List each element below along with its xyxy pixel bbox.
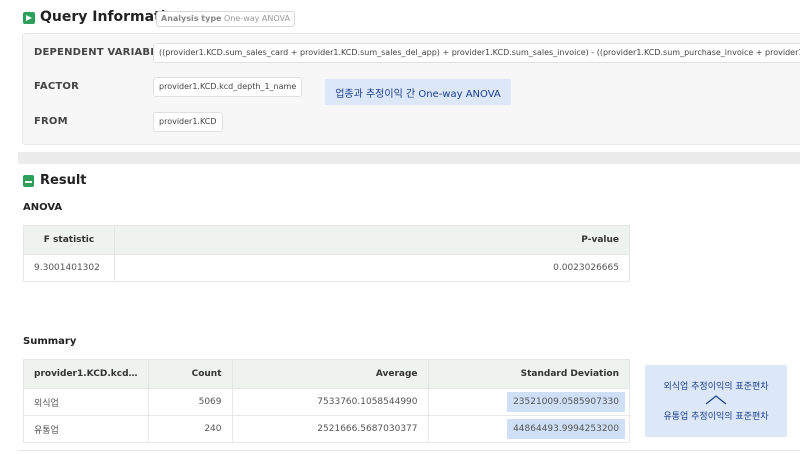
summary-group-cell: 유통업 [23, 415, 149, 443]
factor-annotation: 업종과 추정이익 간 One-way ANOVA [325, 79, 511, 105]
summary-header-sd: Standard Deviation [427, 359, 631, 389]
summary-header-count: Count [147, 359, 233, 389]
summary-header-average: Average [231, 359, 429, 389]
dependent-variable-label: DEPENDENT VARIABLE [34, 47, 164, 58]
anova-p-value: 0.0023026665 [114, 254, 630, 282]
query-info-icon [23, 12, 35, 24]
summary-count-cell: 5069 [147, 388, 233, 416]
sd-note-line1: 외식업 추정이익의 표준편차 [663, 382, 769, 392]
sd-note-line2: 유통업 추정이익의 표준편차 [663, 412, 769, 422]
anova-table: F statistic P-value 9.3001401302 0.00230… [23, 225, 630, 282]
sd-highlight: 23521009.0585907330 [507, 392, 625, 412]
anova-f-value: 9.3001401302 [23, 254, 115, 282]
table-row: 9.3001401302 0.0023026665 [23, 254, 630, 282]
summary-header-row: provider1.KCD.kcd… Count Average Standar… [23, 359, 631, 389]
chevron-up-icon [705, 395, 727, 405]
result-icon [23, 175, 34, 187]
anova-header-row: F statistic P-value [23, 225, 630, 255]
table-row: 외식업 5069 7533760.1058544990 23521009.058… [23, 388, 631, 416]
from-label: FROM [34, 116, 68, 127]
summary-header-group: provider1.KCD.kcd… [23, 359, 149, 389]
summary-table: provider1.KCD.kcd… Count Average Standar… [23, 359, 631, 443]
table-row: 유통업 240 2521666.5687030377 44864493.9994… [23, 415, 631, 443]
anova-header-f: F statistic [23, 225, 115, 255]
summary-sd-cell: 44864493.9994253200 [427, 415, 631, 443]
summary-sd-cell: 23521009.0585907330 [427, 388, 631, 416]
bottom-divider [18, 450, 800, 451]
analysis-type-badge: Analysis type One-way ANOVA [156, 11, 295, 27]
section-divider [18, 152, 800, 164]
badge-value: One-way ANOVA [224, 14, 290, 23]
dependent-variable-value: ((provider1.KCD.sum_sales_card + provide… [153, 43, 800, 63]
summary-average-cell: 2521666.5687030377 [231, 415, 429, 443]
result-title: Result [40, 173, 87, 188]
badge-key: Analysis type [161, 14, 222, 23]
summary-count-cell: 240 [147, 415, 233, 443]
summary-group-cell: 외식업 [23, 388, 149, 416]
sd-highlight: 44864493.9994253200 [507, 419, 625, 439]
anova-title: ANOVA [23, 202, 63, 213]
from-value: provider1.KCD [153, 112, 223, 132]
summary-title: Summary [23, 336, 77, 347]
anova-header-p: P-value [114, 225, 630, 255]
sd-comparison-note: 외식업 추정이익의 표준편차 유통업 추정이익의 표준편차 [645, 365, 787, 437]
factor-label: FACTOR [34, 81, 79, 92]
factor-value: provider1.KCD.kcd_depth_1_name [153, 77, 303, 97]
summary-average-cell: 7533760.1058544990 [231, 388, 429, 416]
